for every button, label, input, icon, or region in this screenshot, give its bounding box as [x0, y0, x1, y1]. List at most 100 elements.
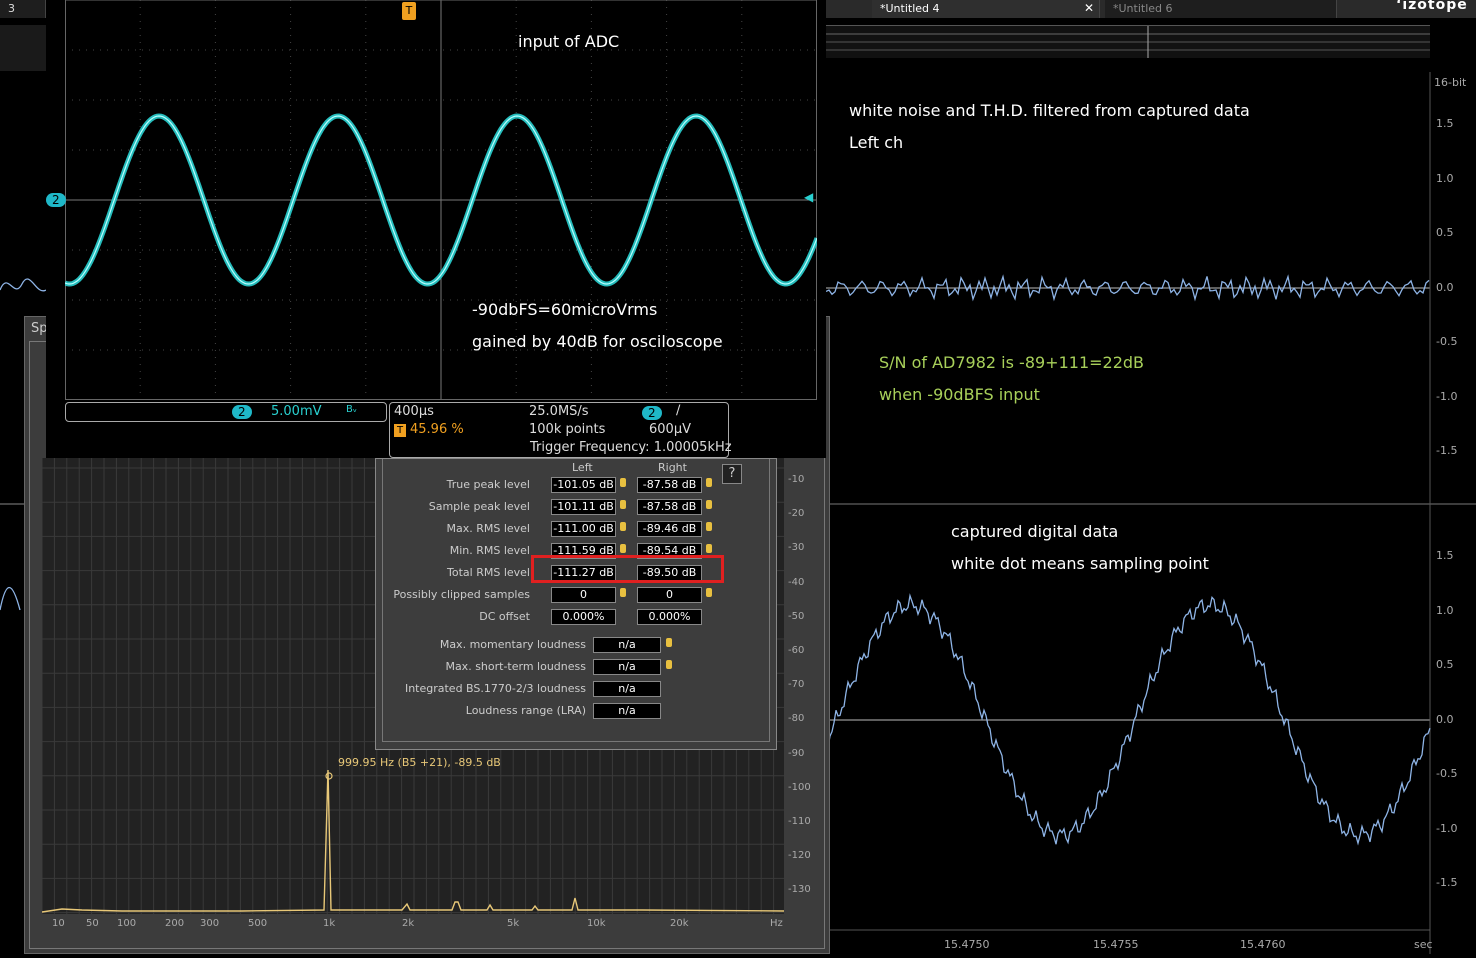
loudness-row: Max. short-term loudness n/a	[376, 657, 756, 677]
db-tick: -60	[788, 645, 805, 656]
freq-tick: 10k	[587, 918, 606, 929]
sn-line2: when -90dBFS input	[879, 385, 1040, 404]
pin-icon[interactable]	[706, 478, 712, 487]
db-tick: -10	[788, 474, 805, 485]
channel-marker: 2	[46, 193, 66, 207]
overview-strip[interactable]	[826, 25, 1430, 58]
stat-right-value: -89.46 dB	[637, 521, 702, 537]
pin-icon[interactable]	[666, 660, 672, 669]
loudness-label: Max. momentary loudness	[439, 638, 586, 651]
db-tick: -40	[788, 576, 805, 588]
waveform-svg	[825, 72, 1476, 954]
highlight-box	[531, 555, 724, 583]
stat-label: True peak level	[446, 478, 530, 491]
tab-untitled-6[interactable]: *Untitled 6	[1105, 0, 1337, 18]
amplitude-tick: -1.5	[1436, 876, 1458, 889]
trigger-icon: T	[394, 424, 406, 437]
amplitude-tick: 1.5	[1436, 117, 1454, 130]
stat-left-value: 0	[551, 587, 616, 603]
loudness-value: n/a	[593, 637, 661, 653]
stat-row: Max. RMS level -111.00 dB -89.46 dB	[376, 519, 756, 539]
freq-tick: 300	[200, 918, 220, 929]
db-tick: -110	[788, 816, 811, 827]
statistics-dialog[interactable]: Left Right ? True peak level -101.05 dB -8…	[375, 458, 777, 750]
freq-tick: 5k	[507, 918, 520, 929]
trigger-level: 600µV	[649, 422, 691, 437]
pin-icon[interactable]	[706, 522, 712, 531]
channel-badge: 2	[232, 405, 252, 419]
close-icon[interactable]: ✕	[1084, 1, 1094, 15]
amplitude-tick: 0.0	[1436, 280, 1454, 294]
db-tick: -50	[788, 610, 805, 622]
pin-icon[interactable]	[706, 588, 712, 597]
pin-icon[interactable]	[620, 500, 626, 509]
scope-status-bar: 2 5.00mV Bᵥ 400µs T 45.96 % 25.0MS/s 100…	[46, 400, 826, 458]
stat-right-value: 0.000%	[637, 609, 702, 625]
stat-label: DC offset	[479, 610, 530, 623]
db-tick: -80	[788, 713, 805, 725]
scope-title: input of ADC	[518, 32, 620, 51]
amplitude-tick: 1.5	[1436, 549, 1454, 562]
loudness-label: Loudness range (LRA)	[465, 704, 586, 717]
bit-depth-label: 16-bit	[1434, 76, 1467, 89]
loudness-label: Integrated BS.1770-2/3 loudness	[404, 682, 586, 695]
bandwidth-icon: Bᵥ	[346, 404, 358, 415]
timebase: 400µs	[394, 404, 434, 419]
freq-tick: 500	[248, 918, 268, 929]
trigger-level-arrow-icon: ◀	[804, 190, 814, 204]
loudness-row: Loudness range (LRA) n/a	[376, 701, 756, 721]
amplitude-tick: 0.5	[1436, 226, 1454, 239]
loudness-value: n/a	[593, 681, 661, 697]
col-right-header: Right	[658, 461, 687, 474]
amplitude-tick: 0.0	[1436, 712, 1454, 726]
stat-row: True peak level -101.05 dB -87.58 dB	[376, 475, 756, 495]
loudness-row: Integrated BS.1770-2/3 loudness n/a	[376, 679, 756, 699]
tab-3[interactable]: 3	[0, 0, 46, 18]
col-left-header: Left	[572, 461, 593, 474]
amplitude-tick: 0.5	[1436, 658, 1454, 671]
stat-right-value: -87.58 dB	[637, 477, 702, 493]
volts-per-div: 5.00mV	[271, 404, 322, 419]
channel-box	[65, 402, 387, 422]
stat-right-value: -87.58 dB	[637, 499, 702, 515]
trigger-channel-badge: 2	[642, 406, 662, 420]
stat-label: Min. RMS level	[449, 544, 530, 557]
stat-left-value: 0.000%	[551, 609, 616, 625]
record-length: 100k points	[529, 422, 606, 437]
amplitude-tick: -1.0	[1436, 389, 1458, 403]
trigger-marker: T	[402, 2, 416, 20]
stat-left-value: -101.05 dB	[551, 477, 616, 493]
pin-icon[interactable]	[620, 588, 626, 597]
pin-icon[interactable]	[620, 544, 626, 553]
waveform-view[interactable]	[825, 72, 1476, 954]
pin-icon[interactable]	[620, 478, 626, 487]
time-tick: 15.4755	[1093, 938, 1139, 951]
stat-row: Possibly clipped samples 0 0	[376, 585, 756, 605]
overview-lines	[826, 26, 1430, 58]
stat-row: Sample peak level -101.11 dB -87.58 dB	[376, 497, 756, 517]
amplitude-tick: 1.0	[1436, 603, 1454, 617]
amplitude-tick: -0.5	[1436, 767, 1458, 780]
oscilloscope-capture: T 2 ◀ input of ADC -90dbFS=60microVrms g…	[46, 0, 826, 458]
tab-untitled-4[interactable]: *Untitled 4	[872, 0, 1100, 18]
time-unit: sec	[1414, 938, 1433, 951]
freq-tick: 10	[52, 918, 65, 929]
db-tick: -120	[788, 850, 811, 862]
stat-label: Sample peak level	[428, 500, 530, 513]
db-tick: -100	[788, 781, 811, 793]
stat-left-value: -111.00 dB	[551, 521, 616, 537]
stat-right-value: 0	[637, 587, 702, 603]
amplitude-tick: -0.5	[1436, 335, 1458, 348]
pin-icon[interactable]	[666, 638, 672, 647]
loudness-label: Max. short-term loudness	[445, 660, 586, 673]
trigger-frequency: Trigger Frequency: 1.00005kHz	[530, 440, 732, 455]
freq-tick: 20k	[670, 918, 689, 929]
overview-left-strip	[0, 25, 46, 71]
pin-icon[interactable]	[620, 522, 626, 531]
stat-label: Total RMS level	[447, 566, 530, 579]
upper-title: white noise and T.H.D. filtered from cap…	[849, 101, 1250, 120]
pin-icon[interactable]	[706, 500, 712, 509]
time-tick: 15.4760	[1240, 938, 1286, 951]
pin-icon[interactable]	[706, 544, 712, 553]
db-tick: -20	[788, 508, 805, 520]
